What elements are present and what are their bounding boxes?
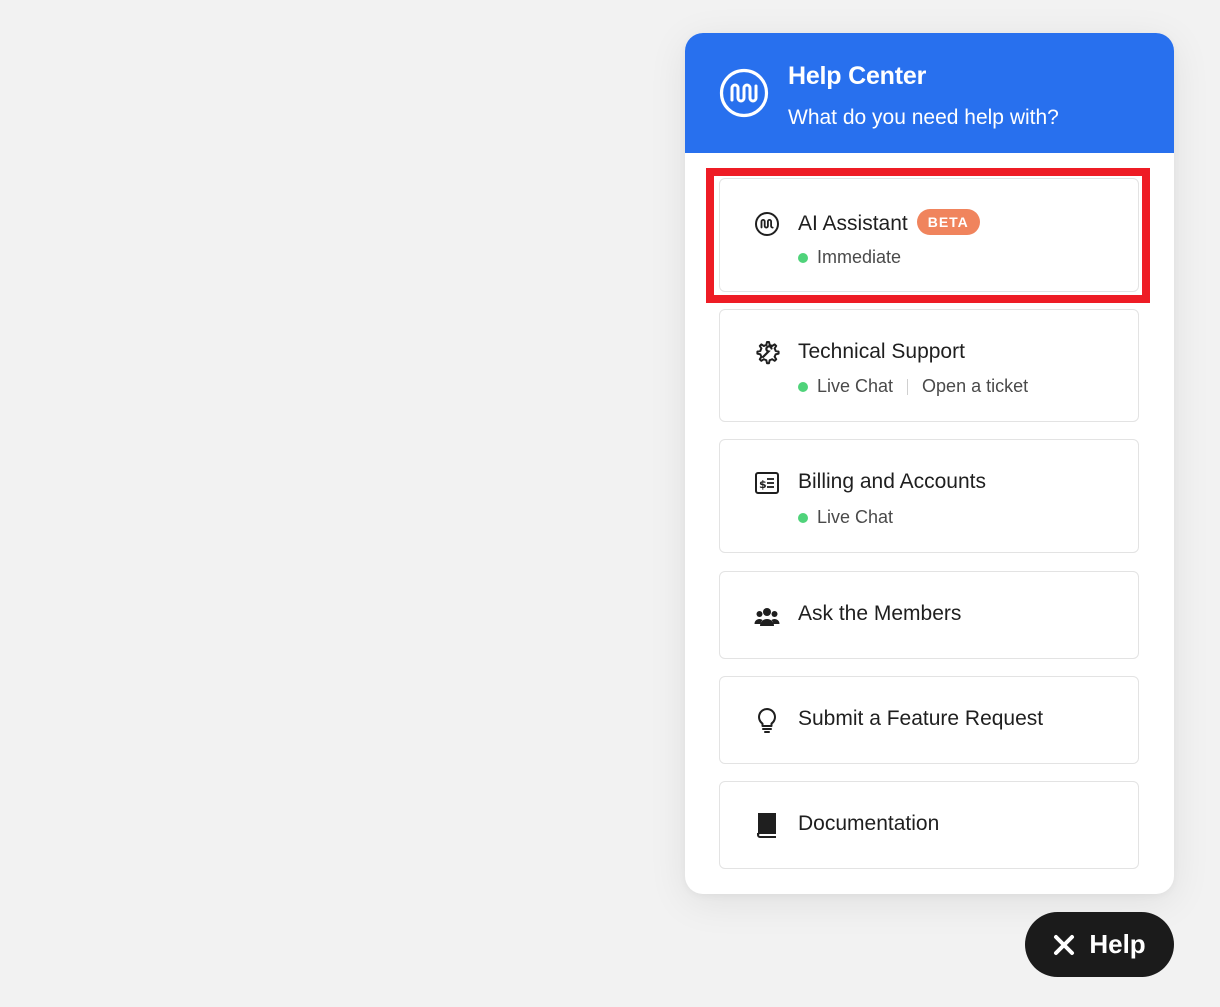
option-title: Billing and Accounts xyxy=(798,470,986,493)
option-billing-accounts[interactable]: $ Billing and Accounts Live Chat xyxy=(719,439,1139,553)
option-title: Submit a Feature Request xyxy=(798,707,1044,730)
option-feature-request[interactable]: Submit a Feature Request xyxy=(719,676,1139,764)
option-documentation[interactable]: Documentation xyxy=(719,781,1139,869)
close-icon xyxy=(1054,934,1075,955)
option-technical-support[interactable]: Technical Support Live Chat Open a ticke… xyxy=(719,309,1139,422)
book-icon xyxy=(753,811,781,839)
panel-title: Help Center xyxy=(788,62,927,90)
beta-badge: BETA xyxy=(916,209,980,235)
divider xyxy=(907,378,909,395)
panel-subtitle: What do you need help with? xyxy=(788,106,1059,129)
help-toggle-button[interactable]: Help xyxy=(1025,912,1174,977)
option-status: Immediate xyxy=(798,247,901,268)
svg-text:$: $ xyxy=(759,478,767,491)
option-title: Documentation xyxy=(798,812,940,835)
status-text: Immediate xyxy=(817,247,902,267)
open-ticket-link[interactable]: Open a ticket xyxy=(922,376,1028,397)
option-title: Technical Support xyxy=(798,340,965,363)
help-center-header: Help Center What do you need help with? xyxy=(685,33,1174,153)
option-title: Ask the Members xyxy=(798,602,962,625)
lightbulb-icon xyxy=(753,706,781,734)
help-center-panel: Help Center What do you need help with? … xyxy=(685,33,1174,894)
gear-wrench-icon xyxy=(753,339,781,367)
status-online-dot xyxy=(798,512,808,523)
option-ai-assistant[interactable]: AI Assistant BETA Immediate xyxy=(719,178,1139,292)
users-icon xyxy=(753,602,781,630)
option-status: Live Chat Open a ticket xyxy=(798,376,1028,397)
option-title: AI Assistant BETA xyxy=(798,209,980,236)
status-online-dot xyxy=(798,381,808,392)
invoice-icon: $ xyxy=(753,469,781,497)
wave-logo-icon xyxy=(753,210,781,238)
help-button-label: Help xyxy=(1089,929,1146,959)
status-online-dot xyxy=(798,252,808,263)
live-chat-link[interactable]: Live Chat xyxy=(817,507,893,528)
option-ask-members[interactable]: Ask the Members xyxy=(719,571,1139,659)
wave-logo-icon xyxy=(719,68,769,118)
option-title-text: AI Assistant xyxy=(798,212,908,235)
live-chat-link[interactable]: Live Chat xyxy=(817,376,893,397)
option-status: Live Chat xyxy=(798,507,893,528)
